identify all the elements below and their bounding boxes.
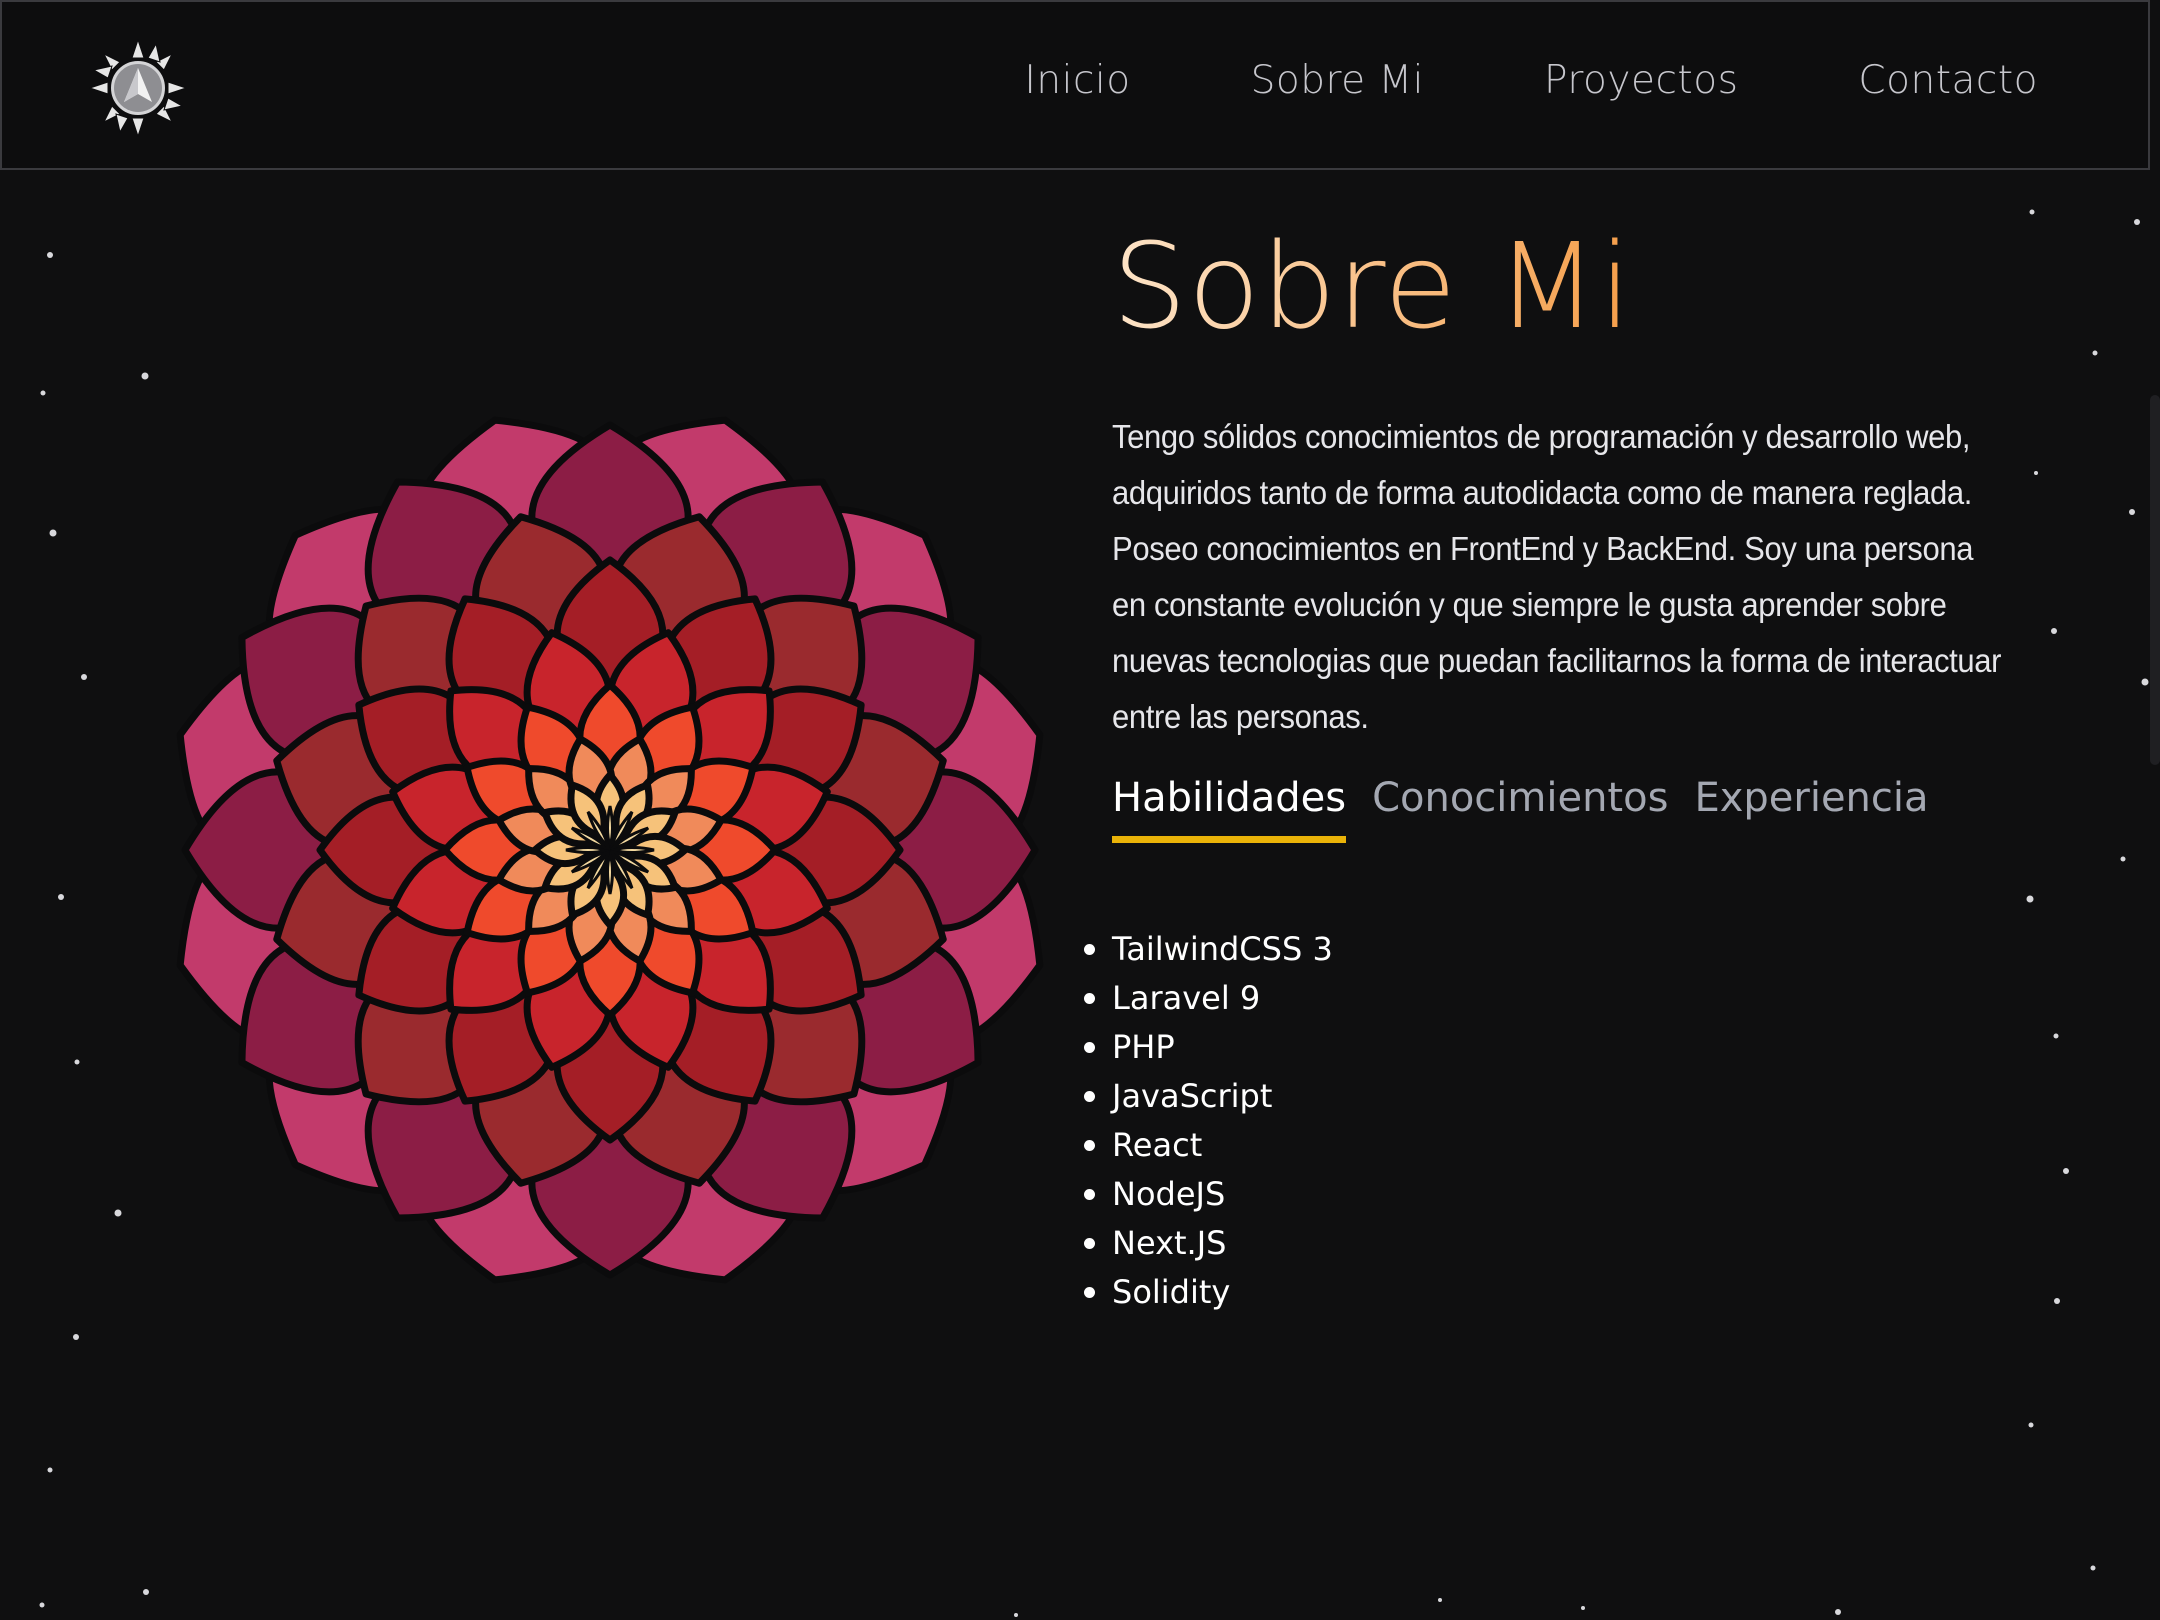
list-item: Next.JS xyxy=(1084,1219,1333,1268)
nav-link-inicio[interactable]: Inicio xyxy=(1024,58,1130,103)
skill-label: Laravel 9 xyxy=(1112,979,1261,1017)
skill-label: TailwindCSS 3 xyxy=(1112,930,1333,968)
list-item: React xyxy=(1084,1121,1333,1170)
nav-link-sobre-mi[interactable]: Sobre Mi xyxy=(1251,58,1424,103)
skill-label: Solidity xyxy=(1112,1273,1231,1311)
navbar: Inicio Sobre Mi Proyectos Contacto xyxy=(0,0,2150,170)
list-item: JavaScript xyxy=(1084,1072,1333,1121)
skill-label: PHP xyxy=(1112,1028,1175,1066)
mandala-center-petal xyxy=(606,805,614,852)
nav-links: Inicio Sobre Mi Proyectos Contacto xyxy=(1024,58,2038,103)
mandala-center-petal xyxy=(606,848,614,895)
bullet-icon xyxy=(1084,1140,1095,1151)
nav-link-contacto[interactable]: Contacto xyxy=(1858,58,2038,103)
bullet-icon xyxy=(1084,1189,1095,1200)
mandala-center-petal xyxy=(608,846,655,854)
bullet-icon xyxy=(1084,1091,1095,1102)
mandala-flower-image xyxy=(160,400,1060,1300)
list-item: NodeJS xyxy=(1084,1170,1333,1219)
about-section: Sobre Mi Tengo sólidos conocimientos de … xyxy=(1084,215,2012,1311)
tab-experiencia[interactable]: Experiencia xyxy=(1694,775,1928,843)
page-title-gradient-text: Sobre Mi xyxy=(1112,217,1633,355)
nav-link-proyectos[interactable]: Proyectos xyxy=(1544,58,1738,103)
bullet-icon xyxy=(1084,1287,1095,1298)
tab-conocimientos[interactable]: Conocimientos xyxy=(1372,775,1668,843)
about-description: Tengo sólidos conocimientos de programac… xyxy=(1112,418,2002,735)
compass-star-logo-icon[interactable] xyxy=(88,38,188,138)
skill-label: JavaScript xyxy=(1112,1077,1273,1115)
svg-text:Sobre Mi: Sobre Mi xyxy=(1112,217,1633,355)
bullet-icon xyxy=(1084,993,1095,1004)
tab-habilidades[interactable]: Habilidades xyxy=(1112,775,1347,843)
bullet-icon xyxy=(1084,1238,1095,1249)
skill-label: Next.JS xyxy=(1112,1224,1227,1262)
mandala-center-petal xyxy=(565,846,612,854)
skill-label: React xyxy=(1112,1126,1203,1164)
page-title: Sobre Mi xyxy=(1112,215,2012,383)
list-item: PHP xyxy=(1084,1023,1333,1072)
skills-list: TailwindCSS 3 Laravel 9 PHP JavaScript R… xyxy=(1084,925,1333,1317)
bullet-icon xyxy=(1084,1042,1095,1053)
about-tabs: Habilidades Conocimientos Experiencia xyxy=(1112,775,1929,843)
list-item: TailwindCSS 3 xyxy=(1084,925,1333,974)
list-item: Solidity xyxy=(1084,1268,1333,1317)
skill-label: NodeJS xyxy=(1112,1175,1226,1213)
bullet-icon xyxy=(1084,944,1095,955)
page-scrollbar[interactable] xyxy=(2150,395,2160,765)
list-item: Laravel 9 xyxy=(1084,974,1333,1023)
